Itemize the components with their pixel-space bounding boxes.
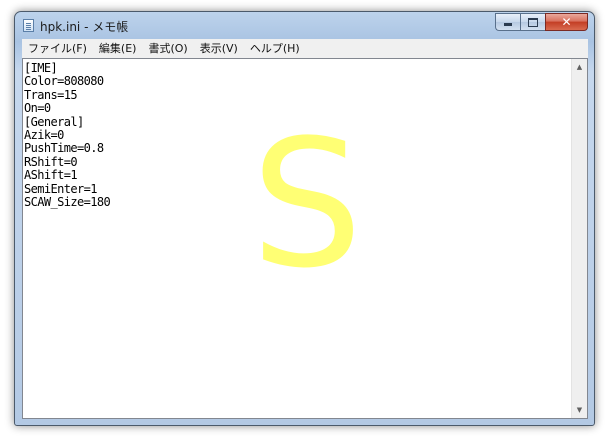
- window-title: hpk.ini - メモ帳: [40, 20, 129, 34]
- text-line: Azik=0: [24, 128, 64, 143]
- vertical-scrollbar[interactable]: ▲ ▼: [571, 59, 587, 418]
- text-line: PushTime=0.8: [24, 141, 104, 156]
- menu-format[interactable]: 書式(O): [142, 39, 193, 58]
- editor-frame: [IME] Color=808080 Trans=15 On=0 [Genera…: [22, 58, 588, 419]
- text-line: SCAW_Size=180: [24, 195, 111, 210]
- text-line: SemiEnter=1: [24, 181, 97, 196]
- menu-view[interactable]: 表示(V): [194, 39, 244, 58]
- minimize-button[interactable]: [495, 13, 520, 31]
- menu-edit[interactable]: 編集(E): [93, 39, 143, 58]
- title-bar[interactable]: hpk.ini - メモ帳 ✕: [15, 12, 594, 39]
- arrow-down-icon[interactable]: ▼: [572, 402, 587, 418]
- text-line: Trans=15: [24, 87, 78, 102]
- text-line: RShift=0: [24, 154, 78, 169]
- notepad-window: hpk.ini - メモ帳 ✕ ファイル(F) 編集(E) 書式(O) 表示(V…: [14, 11, 595, 426]
- menu-file[interactable]: ファイル(F): [22, 39, 93, 58]
- menu-help[interactable]: ヘルプ(H): [244, 39, 306, 58]
- menu-bar: ファイル(F) 編集(E) 書式(O) 表示(V) ヘルプ(H): [22, 39, 588, 58]
- close-button[interactable]: ✕: [545, 13, 588, 31]
- close-icon: ✕: [561, 15, 572, 29]
- text-line: [IME]: [24, 61, 58, 75]
- text-line: On=0: [24, 101, 51, 116]
- maximize-button[interactable]: [520, 13, 545, 31]
- maximize-icon: [528, 17, 538, 27]
- caption-buttons: ✕: [495, 13, 588, 31]
- text-line: Color=808080: [24, 74, 104, 89]
- text-line: AShift=1: [24, 168, 78, 183]
- text-editor[interactable]: [IME] Color=808080 Trans=15 On=0 [Genera…: [23, 59, 572, 418]
- minimize-icon: [504, 23, 512, 26]
- notepad-icon[interactable]: [23, 19, 34, 32]
- text-line: [General]: [24, 114, 84, 129]
- arrow-up-icon[interactable]: ▲: [572, 59, 587, 75]
